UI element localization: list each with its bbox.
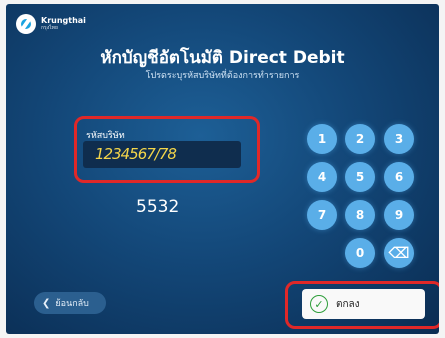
kiosk-frame: Krungthai กรุงไทย หักบัญชีอัตโนมัติ Dire…: [0, 0, 445, 338]
chevron-left-icon: ❮: [42, 297, 51, 309]
key-9[interactable]: 9: [384, 200, 414, 230]
highlight-ok-button: [285, 281, 439, 329]
annotation-number: 5532: [136, 197, 180, 217]
key-4[interactable]: 4: [307, 162, 337, 192]
backspace-icon[interactable]: ⌫: [384, 238, 414, 268]
atm-screen: Krungthai กรุงไทย หักบัญชีอัตโนมัติ Dire…: [6, 4, 439, 334]
krungthai-logo-icon: [16, 14, 36, 34]
highlight-company-code: [74, 116, 260, 183]
key-3[interactable]: 3: [384, 124, 414, 154]
back-label: ย้อนกลับ: [55, 299, 89, 309]
page-title: หักบัญชีอัตโนมัติ Direct Debit: [100, 48, 345, 68]
back-button[interactable]: ❮ ย้อนกลับ: [34, 292, 106, 314]
brand-name: Krungthai: [41, 16, 86, 25]
brand-sub: กรุงไทย: [41, 25, 58, 31]
key-0[interactable]: 0: [345, 238, 375, 268]
key-1[interactable]: 1: [307, 124, 337, 154]
page-subtitle: โปรดระบุรหัสบริษัทที่ต้องการทำรายการ: [145, 71, 300, 81]
key-5[interactable]: 5: [345, 162, 375, 192]
key-8[interactable]: 8: [345, 200, 375, 230]
brand-logo: Krungthai กรุงไทย: [16, 14, 86, 34]
key-7[interactable]: 7: [307, 200, 337, 230]
key-6[interactable]: 6: [384, 162, 414, 192]
brand-text: Krungthai กรุงไทย: [41, 17, 86, 31]
key-2[interactable]: 2: [345, 124, 375, 154]
